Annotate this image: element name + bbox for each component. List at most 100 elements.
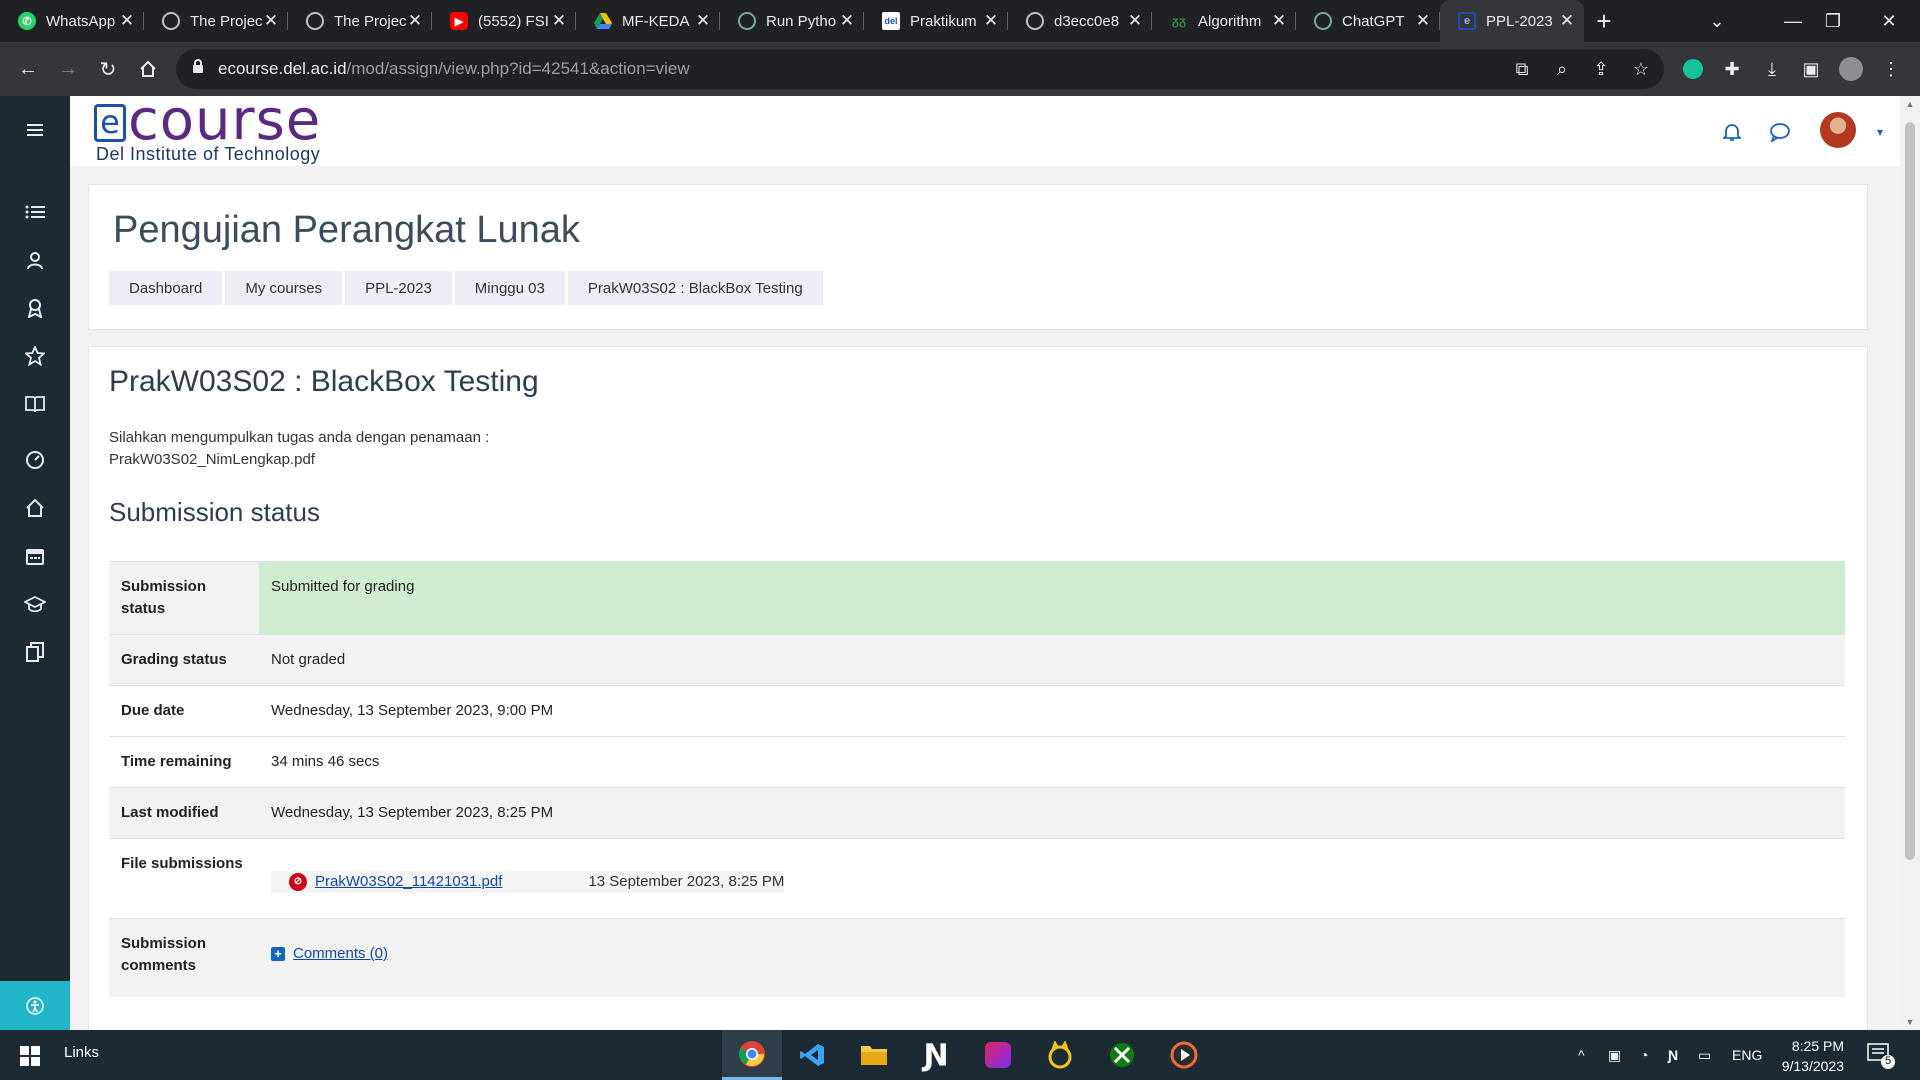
- globe-icon: [162, 12, 180, 30]
- close-window-button[interactable]: ✕: [1866, 0, 1912, 42]
- breadcrumb-dashboard[interactable]: Dashboard: [109, 271, 223, 305]
- address-bar[interactable]: ecourse.del.ac.id/mod/assign/view.php?id…: [176, 49, 1664, 89]
- windows-start-icon[interactable]: [20, 1046, 40, 1066]
- assignment-title: PrakW03S02 : BlackBox Testing: [109, 365, 539, 398]
- system-clock[interactable]: 8:25 PM 9/13/2023: [1774, 1036, 1844, 1076]
- forward-icon[interactable]: →: [48, 49, 88, 89]
- last-modified-value: Wednesday, 13 September 2023, 8:25 PM: [271, 804, 554, 821]
- breadcrumb-assignment[interactable]: PrakW03S02 : BlackBox Testing: [567, 271, 823, 305]
- browser-tab-praktikum[interactable]: del Praktikum ✕: [864, 0, 1008, 42]
- new-tab-button[interactable]: +: [1584, 0, 1624, 42]
- badges-icon[interactable]: [0, 288, 70, 328]
- profile-avatar[interactable]: [1834, 52, 1868, 86]
- browser-menu-icon[interactable]: ⋮: [1874, 52, 1908, 86]
- browser-tab-run-python[interactable]: Run Pytho ✕: [720, 0, 864, 42]
- star-icon[interactable]: [0, 336, 70, 376]
- participants-icon[interactable]: [0, 240, 70, 280]
- chrome-taskbar-icon[interactable]: [722, 1030, 782, 1080]
- browser-tab-chatgpt[interactable]: ChatGPT ✕: [1296, 0, 1440, 42]
- user-avatar[interactable]: [1820, 112, 1856, 148]
- chatgpt-icon: [1314, 12, 1332, 30]
- home-icon[interactable]: [128, 49, 168, 89]
- page-scrollbar[interactable]: ▲ ▼: [1900, 96, 1920, 1030]
- close-tab-icon[interactable]: ✕: [838, 11, 856, 31]
- back-icon[interactable]: ←: [8, 49, 48, 89]
- browser-tab-project-1[interactable]: The Projec ✕: [144, 0, 288, 42]
- home-icon[interactable]: [0, 488, 70, 528]
- breadcrumb-week[interactable]: Minggu 03: [454, 271, 565, 305]
- scroll-up-arrow-icon[interactable]: ▲: [1900, 96, 1920, 112]
- url-text[interactable]: ecourse.del.ac.id/mod/assign/view.php?id…: [218, 59, 690, 79]
- browser-tab-project-2[interactable]: The Projec ✕: [288, 0, 432, 42]
- due-date-value: Wednesday, 13 September 2023, 9:00 PM: [271, 702, 554, 719]
- close-tab-icon[interactable]: ✕: [694, 11, 712, 31]
- expand-plus-icon[interactable]: +: [271, 946, 285, 961]
- tab-title: d3ecc0e8: [1054, 12, 1120, 30]
- calendar-icon[interactable]: [0, 536, 70, 576]
- browser-tab-ppl-2023[interactable]: e PPL-2023 ✕: [1440, 0, 1584, 42]
- navicat-taskbar-icon[interactable]: [1030, 1030, 1090, 1080]
- close-tab-icon[interactable]: ✕: [1414, 11, 1432, 31]
- messages-icon[interactable]: [1764, 116, 1796, 148]
- battery-icon[interactable]: ▭: [1698, 1030, 1711, 1080]
- language-indicator[interactable]: ENG: [1732, 1030, 1762, 1080]
- zoom-icon[interactable]: ⌕: [1545, 52, 1579, 86]
- file-explorer-taskbar-icon[interactable]: [844, 1030, 904, 1080]
- graduation-icon[interactable]: [0, 584, 70, 624]
- maximize-button[interactable]: ❐: [1810, 0, 1856, 42]
- share-icon[interactable]: ⇪: [1584, 52, 1618, 86]
- submitted-file-link[interactable]: PrakW03S02_11421031.pdf: [315, 871, 502, 893]
- side-panel-icon[interactable]: ▣: [1794, 52, 1828, 86]
- bookmark-star-icon[interactable]: ☆: [1624, 52, 1658, 86]
- notifications-bell-icon[interactable]: [1716, 116, 1748, 148]
- browser-tab-whatsapp[interactable]: ✆ WhatsApp ✕: [0, 0, 144, 42]
- dashboard-icon[interactable]: [0, 440, 70, 480]
- list-icon[interactable]: [0, 192, 70, 232]
- wifi-icon[interactable]: ◔: [1640, 1030, 1648, 1080]
- download-icon[interactable]: ⤓: [1755, 52, 1789, 86]
- submission-status-heading: Submission status: [109, 497, 320, 527]
- xbox-taskbar-icon[interactable]: [1092, 1030, 1152, 1080]
- breadcrumb-my-courses[interactable]: My courses: [225, 271, 343, 305]
- table-row: Grading status Not graded: [109, 634, 1845, 686]
- user-menu-caret-icon[interactable]: ▾: [1864, 116, 1896, 148]
- links-toolbar[interactable]: Links: [64, 1044, 99, 1061]
- show-hidden-icons[interactable]: ^: [1578, 1030, 1585, 1080]
- tab-title: MF-KEDA: [622, 12, 690, 30]
- accessibility-button[interactable]: [0, 981, 70, 1030]
- notion-like-taskbar-icon[interactable]: Ɲ: [906, 1030, 966, 1080]
- close-tab-icon[interactable]: ✕: [982, 11, 1000, 31]
- scrollbar-thumb[interactable]: [1905, 122, 1915, 860]
- browser-tab-youtube[interactable]: ▶ (5552) FSI ✕: [432, 0, 576, 42]
- scroll-down-arrow-icon[interactable]: ▼: [1900, 1014, 1920, 1030]
- tray-app-icon[interactable]: Ɲ: [1668, 1030, 1678, 1080]
- tab-search-icon[interactable]: ⌄: [1694, 0, 1740, 42]
- media-player-taskbar-icon[interactable]: [1154, 1030, 1214, 1080]
- browser-tab-d3ecc0e8[interactable]: d3ecc0e8 ✕: [1008, 0, 1152, 42]
- close-tab-icon[interactable]: ✕: [1126, 11, 1144, 31]
- vscode-taskbar-icon[interactable]: [782, 1030, 842, 1080]
- comments-toggle[interactable]: + Comments (0): [271, 943, 388, 965]
- close-tab-icon[interactable]: ✕: [406, 11, 424, 31]
- close-tab-icon[interactable]: ✕: [118, 11, 136, 31]
- close-tab-icon[interactable]: ✕: [1558, 11, 1576, 31]
- close-tab-icon[interactable]: ✕: [550, 11, 568, 31]
- close-tab-icon[interactable]: ✕: [1270, 11, 1288, 31]
- browser-tab-algorithm[interactable]: ᵹᵹ Algorithm ✕: [1152, 0, 1296, 42]
- lock-icon[interactable]: [192, 59, 204, 79]
- menu-icon[interactable]: [0, 110, 70, 150]
- network-status-icon[interactable]: ▣: [1608, 1030, 1621, 1080]
- extensions-icon[interactable]: ✚: [1715, 52, 1749, 86]
- browser-tab-drive[interactable]: MF-KEDA ✕: [576, 0, 720, 42]
- grammarly-icon[interactable]: [1676, 52, 1710, 86]
- screen-recorder-taskbar-icon[interactable]: [968, 1030, 1028, 1080]
- files-icon[interactable]: [0, 632, 70, 672]
- close-tab-icon[interactable]: ✕: [262, 11, 280, 31]
- translate-icon[interactable]: ⧉: [1505, 52, 1539, 86]
- reload-icon[interactable]: ↻: [88, 49, 128, 89]
- ecourse-logo[interactable]: e course Del Institute of Technology: [94, 88, 354, 164]
- breadcrumb-course[interactable]: PPL-2023: [345, 271, 452, 305]
- comments-link[interactable]: Comments (0): [293, 943, 388, 965]
- book-icon[interactable]: [0, 384, 70, 424]
- notification-center-icon[interactable]: 5: [1866, 1040, 1896, 1070]
